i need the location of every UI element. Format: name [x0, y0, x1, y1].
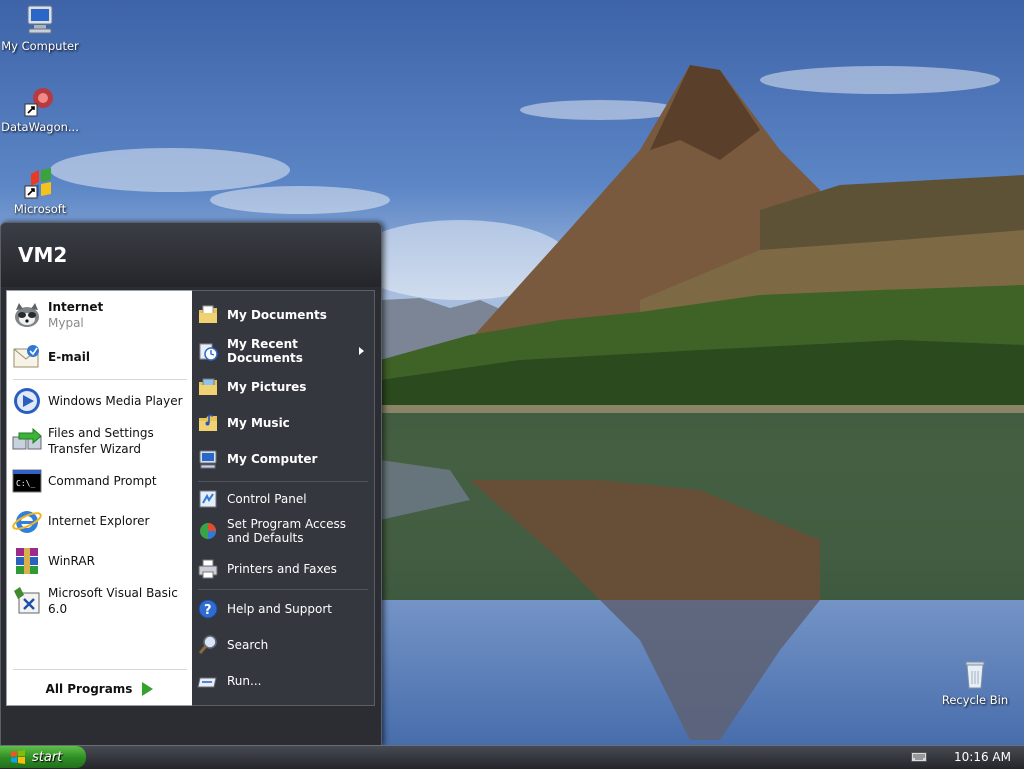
place-my-pictures[interactable]: My Pictures [197, 373, 369, 401]
place-my-documents[interactable]: My Documents [197, 301, 369, 329]
help-label: Run... [227, 674, 262, 688]
email-icon [13, 345, 39, 368]
help-label: Search [227, 638, 269, 652]
place-label: My Documents [227, 308, 327, 322]
recent-item-internet-explorer[interactable]: Internet Explorer [11, 503, 191, 539]
all-programs-label: All Programs [45, 681, 133, 696]
start-button[interactable]: start [0, 746, 86, 768]
recent-item-label: Files and Settings Transfer Wizard [48, 426, 154, 456]
run-icon [197, 677, 217, 688]
recent-item-label: Microsoft Visual Basic 6.0 [48, 586, 178, 616]
setting-program-access[interactable]: Set Program Access and Defaults [197, 513, 369, 549]
recent-item-label: Internet Explorer [48, 514, 150, 528]
recent-item-transfer-wizard[interactable]: Files and Settings Transfer Wizard [11, 421, 191, 461]
clock[interactable]: 10:16 AM [954, 750, 1011, 764]
internet-explorer-icon [12, 511, 42, 533]
separator [13, 379, 187, 380]
program-access-icon [200, 523, 216, 539]
recent-item-winrar[interactable]: WinRAR [11, 543, 191, 579]
place-label: My Music [227, 416, 290, 430]
recycle-bin-icon [965, 661, 985, 689]
search-item[interactable]: Search [197, 631, 369, 659]
help-and-support-item[interactable]: ? Help and Support [197, 595, 369, 623]
keyboard-icon[interactable] [911, 752, 927, 762]
green-arrow-icon [142, 681, 154, 696]
visual-basic-icon [14, 587, 40, 614]
svg-text:?: ? [204, 603, 212, 618]
place-my-music[interactable]: My Music [197, 409, 369, 437]
all-programs-button[interactable]: All Programs [7, 672, 192, 705]
setting-printers-and-faxes[interactable]: Printers and Faxes [197, 555, 369, 583]
run-item[interactable]: Run... [197, 667, 369, 695]
search-icon [198, 635, 217, 654]
printer-icon [198, 559, 218, 579]
datawagon-shortcut-icon [24, 88, 53, 117]
my-recent-documents-icon [199, 343, 218, 361]
command-prompt-icon: C:\_ [12, 469, 42, 493]
desktop-icon-my-computer[interactable]: My Computer [0, 3, 80, 53]
pinned-item-internet[interactable]: Internet Mypal [11, 297, 191, 333]
my-computer-icon [199, 450, 217, 469]
setting-label: Set Program Access and Defaults [227, 517, 347, 545]
recent-item-label: Windows Media Player [48, 394, 183, 408]
separator [13, 669, 187, 670]
svg-text:C:\_: C:\_ [16, 479, 35, 488]
desktop-icon-label: My Computer [1, 39, 79, 53]
place-label: My Computer [227, 452, 318, 466]
microsoft-shortcut-icon [24, 168, 51, 199]
my-documents-icon [199, 305, 217, 323]
windows-logo-icon [11, 750, 25, 764]
pinned-item-title: Internet [48, 300, 104, 314]
start-menu: VM2 Internet Mypal E-mail Windows Media … [0, 222, 382, 746]
system-tray: 10:16 AM [899, 746, 1024, 768]
separator [198, 589, 368, 590]
desktop-icon-datawagon[interactable]: DataWagon... [0, 84, 80, 134]
my-pictures-icon [199, 378, 217, 395]
start-menu-programs-pane: Internet Mypal E-mail Windows Media Play… [6, 290, 193, 706]
start-menu-places-pane: My Documents My Recent Documents My Pict… [192, 290, 375, 706]
desktop-icon-microsoft[interactable]: Microsoft [0, 166, 80, 216]
desktop-icon-label: Recycle Bin [941, 693, 1009, 707]
desktop-icon-label: DataWagon... [1, 120, 79, 134]
control-panel-icon [199, 490, 217, 508]
mypal-browser-icon [15, 303, 39, 327]
place-my-recent-documents[interactable]: My Recent Documents [197, 337, 369, 365]
start-menu-header: VM2 [1, 223, 381, 287]
desktop-icon-recycle-bin[interactable]: Recycle Bin [935, 657, 1015, 707]
setting-control-panel[interactable]: Control Panel [197, 485, 369, 513]
submenu-arrow-icon [359, 347, 364, 355]
place-my-computer[interactable]: My Computer [197, 445, 369, 473]
desktop-icon-label: Microsoft [13, 202, 67, 216]
my-computer-icon [27, 5, 53, 34]
place-label: My Recent Documents [227, 337, 303, 365]
recent-item-label: Command Prompt [48, 474, 157, 488]
help-icon: ? [198, 599, 218, 619]
recent-item-command-prompt[interactable]: C:\_ Command Prompt [11, 463, 191, 499]
taskbar: start 10:16 AM [0, 745, 1024, 769]
setting-label: Control Panel [227, 492, 307, 506]
pinned-item-title: E-mail [48, 350, 91, 364]
setting-label: Printers and Faxes [227, 562, 337, 576]
recent-item-windows-media-player[interactable]: Windows Media Player [11, 383, 191, 419]
recent-item-label: WinRAR [48, 554, 95, 568]
my-music-icon [199, 414, 217, 431]
pinned-item-subtitle: Mypal [48, 316, 84, 330]
separator [198, 481, 368, 482]
recent-item-visual-basic[interactable]: Microsoft Visual Basic 6.0 [11, 583, 191, 619]
user-name: VM2 [18, 243, 68, 267]
help-label: Help and Support [227, 602, 332, 616]
place-label: My Pictures [227, 380, 307, 394]
transfer-wizard-icon [12, 427, 42, 450]
pinned-item-email[interactable]: E-mail [11, 339, 191, 375]
start-label: start [32, 749, 63, 765]
winrar-icon [16, 548, 38, 574]
windows-media-player-icon [14, 388, 40, 414]
